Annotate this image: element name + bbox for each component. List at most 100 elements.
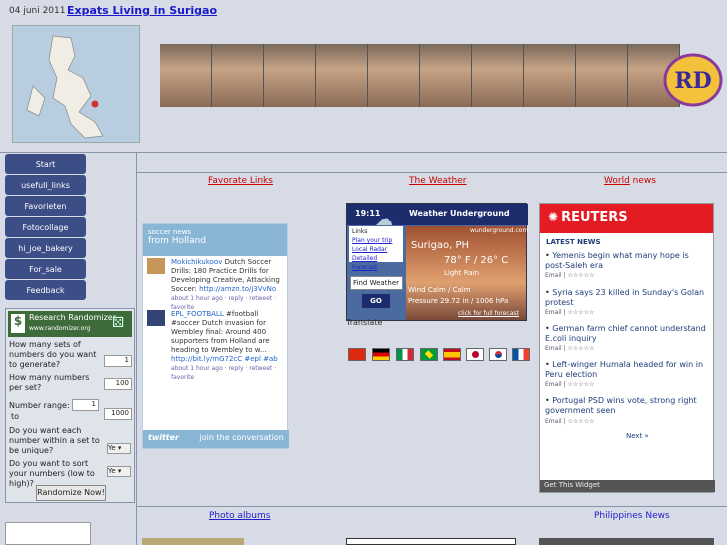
randomize-button[interactable]: Randomize Now!: [36, 485, 106, 501]
nav-start[interactable]: Start: [5, 154, 86, 174]
next-link[interactable]: Next »: [626, 432, 649, 440]
tweet-link[interactable]: http://bit.ly/mG72cC #epl #ab: [171, 355, 278, 363]
local-radar-link[interactable]: Local Radar: [352, 245, 400, 254]
avatar[interactable]: [147, 310, 165, 326]
news-meta: Email | ☆☆☆☆☆: [545, 345, 595, 352]
sets-input[interactable]: 1: [104, 355, 132, 367]
tweet-link[interactable]: http://amzn.to/j3VvNo: [199, 285, 276, 293]
news-headline-link[interactable]: Left-winger Humala headed for win in Per…: [545, 360, 703, 379]
news-item[interactable]: • German farm chief cannot understand E.…: [545, 324, 707, 344]
dollar-logo-icon: $: [11, 314, 25, 333]
twitter-title: from Holland: [148, 236, 207, 246]
flag-portuguese-icon[interactable]: [420, 348, 438, 361]
sort-select[interactable]: Ye ▾: [107, 466, 131, 477]
avatar[interactable]: [147, 258, 165, 274]
twitter-subtitle: soccer news: [148, 228, 192, 236]
flag-japanese-icon[interactable]: [466, 348, 484, 361]
translate-label: Translate: [346, 318, 383, 327]
news-item[interactable]: • Syria says 23 killed in Sunday's Golan…: [545, 288, 707, 308]
range-from-input[interactable]: 1: [72, 399, 99, 411]
join-conversation-link[interactable]: join the conversation: [200, 433, 284, 442]
unique-value: Ye: [108, 444, 116, 452]
full-forecast-link[interactable]: click for full forecast: [458, 310, 519, 317]
nav-favorieten[interactable]: Favorieten: [5, 196, 86, 216]
numbers-input[interactable]: 100: [104, 378, 132, 390]
nav-hi-joe-bakery[interactable]: hi_joe_bakery: [5, 238, 86, 258]
news-headline-link[interactable]: Syria says 23 killed in Sunday's Golan p…: [545, 288, 704, 307]
get-widget-link[interactable]: Get This Widget: [540, 480, 715, 492]
detailed-forecast-link[interactable]: Detailed Forecast: [352, 254, 400, 272]
world-link[interactable]: World: [604, 176, 630, 186]
news-meta: Email | ☆☆☆☆☆: [545, 272, 595, 279]
weather-conditions-panel[interactable]: wunderground.com Surigao, PH 78° F / 26°…: [406, 226, 529, 320]
news-item[interactable]: • Left-winger Humala headed for win in P…: [545, 360, 707, 380]
portrait-photo: [316, 44, 368, 107]
flag-korean-icon[interactable]: [489, 348, 507, 361]
randomizer-title: Research Randomizer: [29, 313, 116, 322]
nav-fotocollage[interactable]: Fotocollage: [5, 217, 86, 237]
weather-wind: Wind Calm / Calm: [408, 286, 471, 294]
email-link[interactable]: Email: [545, 345, 562, 352]
cloud-icon: ☁: [375, 209, 393, 230]
site-title-link[interactable]: Expats Living in Surigao: [67, 4, 217, 17]
twitter-widget: soccer news from Holland Mokichikukoov D…: [142, 223, 289, 449]
email-link[interactable]: Email: [545, 272, 562, 279]
reuters-brand: REUTERS: [561, 210, 628, 225]
world-news-heading: World news: [604, 176, 656, 186]
tweet-2: EPL_FOOTBALL #football #soccer Dutch inv…: [171, 310, 283, 382]
news-meta: Email | ☆☆☆☆☆: [545, 418, 595, 425]
q-unique: Do you want each number within a set to …: [9, 426, 100, 455]
dice-icon: ⚄: [112, 315, 125, 331]
twitter-header: soccer news from Holland: [143, 224, 287, 256]
plan-trip-link[interactable]: Plan your trip: [352, 236, 400, 245]
q-range: Number range:: [9, 401, 70, 410]
weather-site: wunderground.com: [470, 227, 529, 234]
q-sets: How many sets of numbers do you want to …: [9, 340, 97, 369]
nav-usefull-links[interactable]: usefull_links: [5, 175, 86, 195]
range-to-label: to: [11, 412, 20, 421]
weather-widget[interactable]: 19:11 Weather Underground Links Plan you…: [346, 203, 529, 321]
nav-for-sale[interactable]: For_sale: [5, 259, 86, 279]
weather-go-button[interactable]: GO: [362, 294, 390, 308]
nav-feedback[interactable]: Feedback: [5, 280, 86, 300]
email-link[interactable]: Email: [545, 381, 562, 388]
news-item[interactable]: • Yemenis begin what many hope is post-S…: [545, 251, 707, 271]
tweet-user-link[interactable]: EPL_FOOTBALL: [171, 310, 224, 318]
site-logo: RD: [663, 52, 723, 108]
photo-albums-heading[interactable]: Photo albums: [209, 511, 270, 521]
randomizer-header: $ Research Randomizer www.randomizer.org…: [8, 311, 132, 337]
philippines-map[interactable]: [12, 25, 140, 143]
weather-temp: 78° F / 26° C: [444, 255, 509, 266]
flag-italian-icon[interactable]: [396, 348, 414, 361]
bottom-widget[interactable]: [346, 538, 516, 545]
news-meta: Email | ☆☆☆☆☆: [545, 309, 595, 316]
news-headline-link[interactable]: German farm chief cannot understand E.co…: [545, 324, 706, 343]
sidebar-badge-image[interactable]: [5, 522, 91, 545]
find-weather-input[interactable]: Find Weather: [350, 276, 403, 290]
news-headline-link[interactable]: Yemenis begin what many hope is post-Sal…: [545, 251, 689, 270]
news-headline-link[interactable]: Portugal PSD wins vote, strong right gov…: [545, 396, 697, 415]
weather-heading[interactable]: The Weather: [409, 176, 467, 186]
tweet-user-link[interactable]: Mokichikukoov: [171, 258, 222, 266]
email-link[interactable]: Email: [545, 418, 562, 425]
divider: [136, 152, 137, 545]
portrait-photo: [524, 44, 576, 107]
flag-german-icon[interactable]: [372, 348, 390, 361]
weather-links: Links Plan your trip Local Radar Detaile…: [349, 226, 403, 271]
flag-spanish-icon[interactable]: [443, 348, 461, 361]
range-to-input[interactable]: 1000: [104, 408, 132, 420]
photo-album-thumbnail[interactable]: [142, 538, 244, 545]
news-item[interactable]: • Portugal PSD wins vote, strong right g…: [545, 396, 707, 416]
flag-chinese-icon[interactable]: [348, 348, 366, 361]
favorate-links-heading[interactable]: Favorate Links: [208, 176, 273, 186]
flag-french-icon[interactable]: [512, 348, 530, 361]
email-link[interactable]: Email: [545, 309, 562, 316]
divider: [136, 506, 727, 507]
news-label: news: [629, 176, 656, 186]
philippines-news-widget[interactable]: [539, 538, 714, 545]
divider: [0, 152, 727, 153]
portrait-photo: [420, 44, 472, 107]
reuters-logo-icon: ✺: [548, 210, 559, 224]
unique-select[interactable]: Ye ▾: [107, 443, 131, 454]
portrait-photo: [160, 44, 212, 107]
